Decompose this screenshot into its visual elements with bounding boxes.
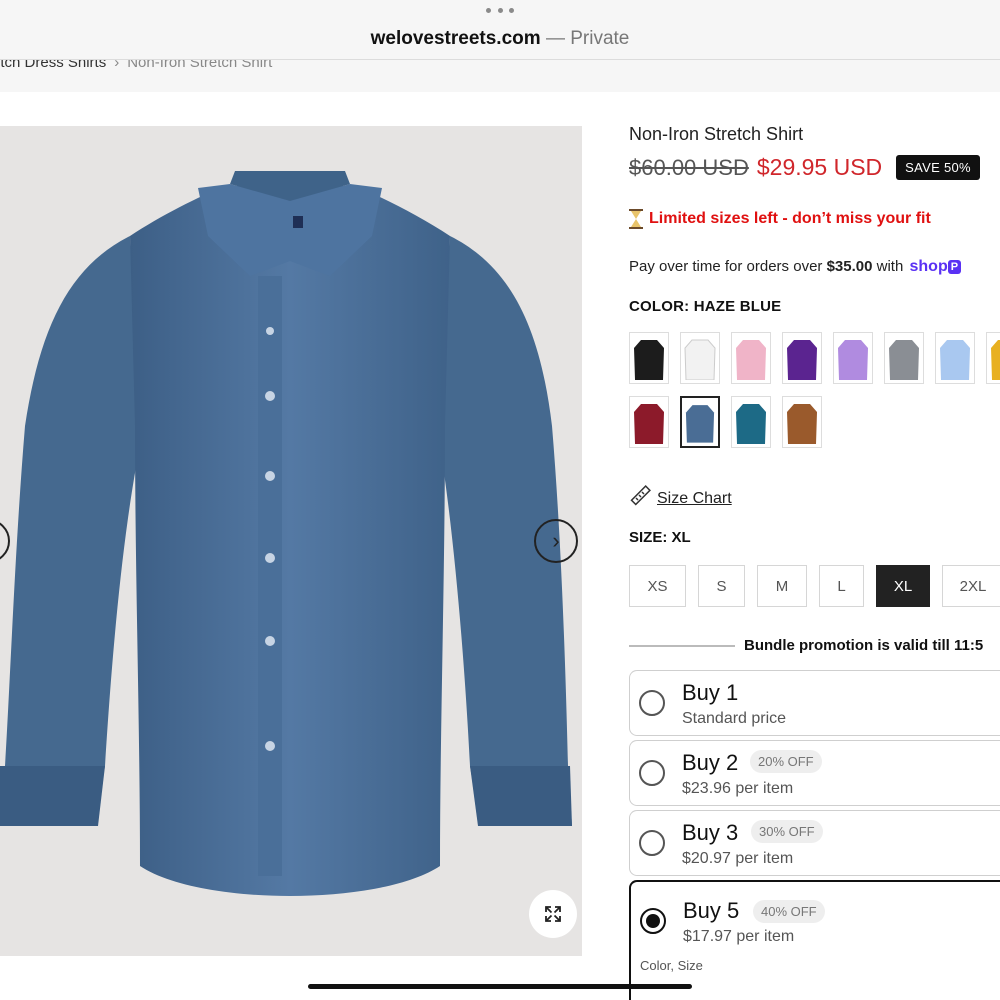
product-info: Non-Iron Stretch Shirt $60.00 USD $29.95… — [629, 122, 1000, 1000]
swatch-shirt-icon — [633, 400, 665, 444]
bundle-option-buy-5[interactable]: Buy 5 40% OFF $17.97 per item Color, Siz… — [629, 880, 1000, 1000]
breadcrumb: etch Dress Shirts › Non-Iron Stretch Shirt — [0, 60, 1000, 92]
bundle-option-subtitle: Standard price — [682, 710, 787, 727]
bundle-option-title: Buy 5 — [683, 898, 740, 923]
swatch-shirt-icon — [633, 336, 665, 380]
hourglass-icon — [629, 209, 643, 229]
bundle-heading: Bundle promotion is valid till 11:5 — [629, 634, 1000, 658]
shop-pay-brand: shop — [909, 258, 948, 275]
color-swatch[interactable] — [884, 332, 924, 384]
swatch-shirt-icon — [939, 336, 971, 380]
ruler-icon — [629, 485, 651, 512]
sale-price: $29.95 USD — [756, 154, 883, 180]
bundle-radio[interactable] — [639, 830, 665, 856]
discount-badge: 20% OFF — [750, 750, 822, 773]
size-option-xs[interactable]: XS — [629, 565, 686, 607]
breadcrumb-current: Non-Iron Stretch Shirt — [127, 60, 273, 71]
address-bar[interactable]: welovestreets.com — Private — [0, 28, 1000, 50]
swatch-shirt-icon — [837, 336, 869, 380]
swatch-shirt-icon — [685, 401, 715, 443]
bundle-option-title: Buy 2 — [682, 750, 739, 775]
urgency-text: Limited sizes left - don’t miss your fit — [649, 210, 931, 227]
price-row: $60.00 USD $29.95 USD SAVE 50% — [629, 154, 980, 181]
installments-with: with — [876, 258, 904, 275]
size-option-s[interactable]: S — [698, 565, 745, 607]
product-image — [0, 171, 572, 896]
breadcrumb-parent-link[interactable]: etch Dress Shirts — [0, 60, 106, 71]
chevron-right-icon[interactable]: › — [534, 519, 578, 563]
urgency-message: Limited sizes left - don’t miss your fit — [629, 209, 931, 229]
color-swatch-selected[interactable] — [680, 396, 720, 448]
size-option-xl[interactable]: XL — [876, 565, 930, 607]
more-dots-icon[interactable] — [486, 8, 514, 16]
color-swatch[interactable] — [935, 332, 975, 384]
bundle-radio[interactable] — [639, 690, 665, 716]
swatch-shirt-icon — [735, 336, 767, 380]
size-option-l[interactable]: L — [819, 565, 864, 607]
save-badge: SAVE 50% — [896, 155, 980, 180]
color-label: COLOR: HAZE BLUE — [629, 298, 782, 315]
installments-amount: $35.00 — [826, 258, 873, 275]
bundle-radio-selected[interactable] — [640, 908, 666, 934]
swatch-shirt-icon — [888, 336, 920, 380]
bundle-option-buy-1[interactable]: Buy 1 Standard price — [629, 670, 1000, 736]
discount-badge: 30% OFF — [751, 820, 823, 843]
size-option-2xl[interactable]: 2XL — [942, 565, 1000, 607]
bundle-option-buy-2[interactable]: Buy 2 20% OFF $23.96 per item — [629, 740, 1000, 806]
product-title: Non-Iron Stretch Shirt — [629, 124, 804, 144]
bundle-option-subtitle: $20.97 per item — [682, 850, 794, 867]
installments-message: Pay over time for orders over $35.00 wit… — [629, 258, 962, 276]
browser-toolbar: welovestreets.com — Private — [0, 0, 1000, 60]
bundle-option-title: Buy 3 — [682, 820, 739, 845]
shop-pay-logo[interactable]: shop P — [910, 258, 962, 275]
size-chart-label: Size Chart — [657, 489, 732, 507]
bundle-option-subtitle: $23.96 per item — [682, 780, 794, 797]
swatch-shirt-icon — [735, 400, 767, 444]
bundle-radio[interactable] — [639, 760, 665, 786]
size-chart-link[interactable]: Size Chart — [629, 485, 732, 512]
color-swatch[interactable] — [680, 332, 720, 384]
variant-picker-label: Color, Size — [640, 958, 703, 973]
swatch-shirt-icon — [990, 336, 1000, 380]
color-swatch[interactable] — [731, 332, 771, 384]
bundle-option-buy-3[interactable]: Buy 3 30% OFF $20.97 per item — [629, 810, 1000, 876]
color-swatch[interactable] — [833, 332, 873, 384]
bundle-divider — [629, 645, 735, 647]
color-swatch[interactable] — [629, 332, 669, 384]
color-swatch[interactable] — [782, 396, 822, 448]
color-swatch[interactable] — [782, 332, 822, 384]
bundle-heading-text: Bundle promotion is valid till 11:5 — [744, 637, 984, 654]
address-separator: — — [545, 28, 565, 49]
color-swatch[interactable] — [731, 396, 771, 448]
bundle-option-title: Buy 1 — [682, 680, 739, 705]
shop-pay-mark: P — [947, 260, 962, 274]
color-swatch[interactable] — [986, 332, 1000, 384]
home-indicator — [308, 984, 692, 989]
product-gallery[interactable]: ‹ › — [0, 126, 582, 956]
expand-icon[interactable] — [529, 890, 577, 938]
discount-badge: 40% OFF — [753, 900, 825, 923]
installments-text: Pay over time for orders over — [629, 258, 823, 275]
bundle-option-subtitle: $17.97 per item — [683, 928, 795, 945]
swatch-shirt-icon — [684, 336, 716, 380]
swatch-shirt-icon — [786, 400, 818, 444]
size-label: SIZE: XL — [629, 529, 691, 546]
address-host: welovestreets.com — [370, 28, 541, 49]
size-option-m[interactable]: M — [757, 565, 807, 607]
compare-at-price: $60.00 USD — [629, 154, 749, 180]
color-swatch[interactable] — [629, 396, 669, 448]
swatch-shirt-icon — [786, 336, 818, 380]
breadcrumb-chevron-icon: › — [114, 60, 120, 71]
private-mode-label: Private — [570, 28, 630, 49]
